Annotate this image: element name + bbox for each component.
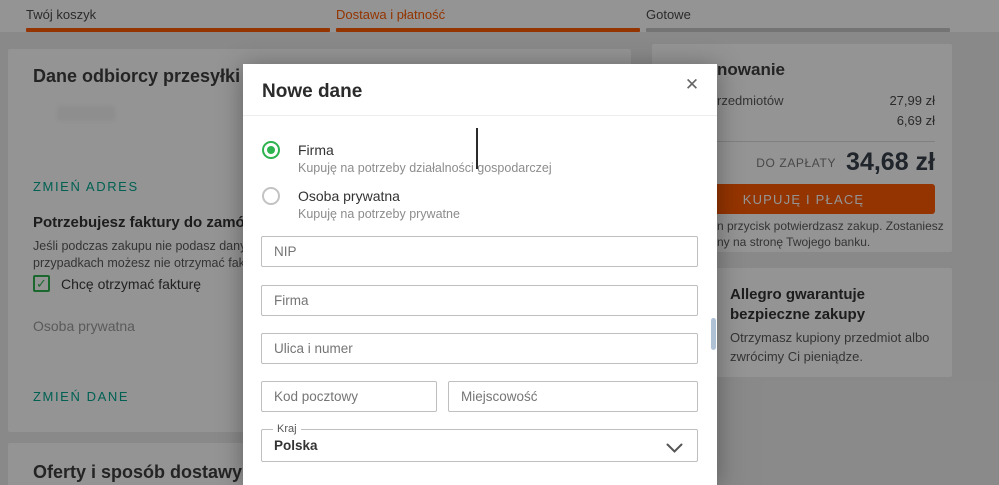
- close-icon[interactable]: ✕: [679, 72, 705, 98]
- postal-code-input[interactable]: [261, 381, 437, 412]
- radio-company-label: Firma: [298, 142, 334, 158]
- country-select-value: Polska: [274, 438, 318, 453]
- text-caret: [476, 128, 478, 169]
- nip-input[interactable]: [261, 236, 698, 267]
- company-input[interactable]: [261, 285, 698, 316]
- radio-company-description: Kupuję na potrzeby działalności gospodar…: [298, 161, 552, 175]
- radio-private-description: Kupuję na potrzeby prywatne: [298, 207, 460, 221]
- chevron-down-icon: [666, 441, 683, 459]
- country-select-label: Kraj: [273, 423, 301, 435]
- radio-private-person[interactable]: [262, 187, 280, 205]
- checkout-page: Twój koszyk Dostawa i płatność Gotowe Da…: [0, 0, 999, 485]
- street-input[interactable]: [261, 333, 698, 364]
- new-data-modal: Nowe dane ✕ Firma Kupuję na potrzeby dzi…: [243, 64, 717, 485]
- radio-private-label: Osoba prywatna: [298, 188, 400, 204]
- modal-scrollbar-thumb[interactable]: [711, 318, 716, 350]
- city-input[interactable]: [448, 381, 698, 412]
- country-select[interactable]: Kraj Polska: [261, 429, 698, 462]
- modal-header-divider: [243, 115, 717, 116]
- modal-title: Nowe dane: [262, 81, 362, 103]
- radio-company[interactable]: [262, 141, 280, 159]
